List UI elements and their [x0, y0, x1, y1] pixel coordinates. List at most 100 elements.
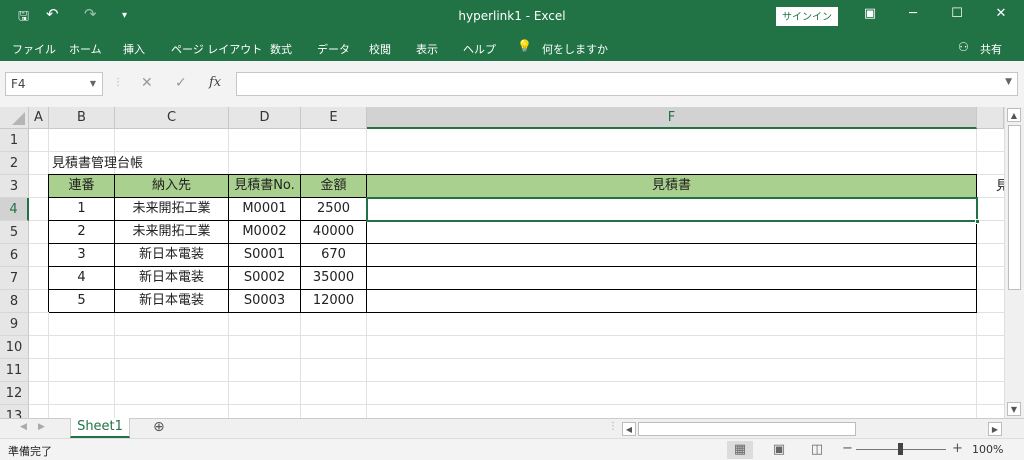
header-cell-no[interactable]: 連番 [49, 175, 115, 198]
column-header-b[interactable]: B [49, 107, 115, 129]
row-header-13[interactable]: 13 [0, 405, 29, 418]
page-break-preview-icon[interactable]: ◫ [804, 441, 830, 459]
header-cell-quote-no[interactable]: 見積書No. [229, 175, 301, 198]
scroll-down-icon[interactable]: ▼ [1007, 402, 1021, 416]
cancel-icon[interactable]: ✕ [141, 75, 153, 91]
normal-view-icon[interactable]: ▦ [727, 441, 753, 459]
header-cell-amount[interactable]: 金額 [301, 175, 367, 198]
tab-scroll-right-icon[interactable]: ▶ [38, 422, 45, 432]
tab-help[interactable]: ヘルプ [463, 41, 496, 57]
tab-file[interactable]: ファイル [12, 41, 56, 57]
ribbon-display-options-icon[interactable]: ▣ [855, 6, 885, 21]
vertical-scrollbar[interactable]: ▲ ▼ [1004, 107, 1024, 418]
person-icon[interactable]: ⚇ [958, 40, 969, 54]
tab-data[interactable]: データ [317, 41, 350, 57]
tab-insert[interactable]: 挿入 [123, 41, 145, 57]
horizontal-scroll-thumb[interactable] [638, 422, 856, 436]
table-cell[interactable] [367, 221, 977, 244]
table-cell[interactable]: 3 [49, 244, 115, 267]
zoom-level[interactable]: 100% [972, 443, 1003, 456]
partial-cell-g3[interactable]: 見 [996, 175, 1004, 198]
scroll-right-icon[interactable]: ▶ [988, 422, 1002, 436]
active-cell-outline[interactable] [366, 197, 980, 224]
table-cell[interactable]: 未来開拓工業 [115, 198, 229, 221]
row-header-9[interactable]: 9 [0, 313, 29, 336]
lightbulb-icon[interactable]: 💡 [517, 39, 532, 53]
enter-icon[interactable]: ✓ [175, 75, 187, 91]
tab-review[interactable]: 校閲 [369, 41, 391, 57]
table-cell[interactable]: M0001 [229, 198, 301, 221]
scroll-up-icon[interactable]: ▲ [1007, 108, 1021, 122]
table-cell[interactable]: 未来開拓工業 [115, 221, 229, 244]
zoom-in-button[interactable]: + [952, 441, 963, 456]
expand-formula-bar-icon[interactable]: ▼ [1005, 77, 1012, 87]
scroll-left-icon[interactable]: ◀ [622, 422, 636, 436]
column-header-f[interactable]: F [367, 107, 977, 129]
tell-me-search[interactable]: 何をしますか [542, 41, 608, 57]
name-box[interactable]: F4 ▼ [5, 72, 103, 96]
close-button[interactable]: ✕ [986, 6, 1016, 21]
maximize-button[interactable]: ☐ [942, 6, 972, 21]
table-cell[interactable]: S0001 [229, 244, 301, 267]
table-cell[interactable]: 40000 [301, 221, 367, 244]
column-header-g[interactable] [977, 107, 1004, 129]
page-layout-view-icon[interactable]: ▣ [766, 441, 792, 459]
column-header-d[interactable]: D [229, 107, 301, 129]
row-header-2[interactable]: 2 [0, 152, 29, 175]
row-header-6[interactable]: 6 [0, 244, 29, 267]
table-cell[interactable]: 35000 [301, 267, 367, 290]
column-header-e[interactable]: E [301, 107, 367, 129]
tab-page-layout[interactable]: ページ レイアウト [171, 41, 262, 57]
formula-input[interactable]: ▼ [236, 72, 1018, 96]
column-header-c[interactable]: C [115, 107, 229, 129]
table-cell[interactable] [367, 244, 977, 267]
signin-button[interactable]: サインイン [776, 7, 838, 26]
fill-handle[interactable] [975, 219, 980, 224]
row-header-5[interactable]: 5 [0, 221, 29, 244]
insert-function-icon[interactable]: fx [209, 75, 221, 90]
row-header-11[interactable]: 11 [0, 359, 29, 382]
row-header-4[interactable]: 4 [0, 198, 29, 221]
table-cell[interactable]: S0002 [229, 267, 301, 290]
row-header-1[interactable]: 1 [0, 129, 29, 152]
table-cell[interactable]: 12000 [301, 290, 367, 313]
share-button[interactable]: 共有 [980, 41, 1002, 57]
tab-view[interactable]: 表示 [416, 41, 438, 57]
tab-home[interactable]: ホーム [69, 41, 102, 57]
table-cell[interactable]: 5 [49, 290, 115, 313]
table-cell[interactable]: M0002 [229, 221, 301, 244]
minimize-button[interactable]: ─ [898, 6, 928, 21]
table-cell[interactable]: 670 [301, 244, 367, 267]
row-header-8[interactable]: 8 [0, 290, 29, 313]
table-cell[interactable]: 2500 [301, 198, 367, 221]
table-cell[interactable] [367, 290, 977, 313]
table-cell[interactable]: 新日本電装 [115, 290, 229, 313]
sheet-tab-sheet1[interactable]: Sheet1 [70, 418, 130, 438]
zoom-slider-thumb[interactable] [898, 443, 903, 455]
splitter-icon[interactable]: ⋮ [608, 421, 618, 432]
chevron-down-icon[interactable]: ▼ [90, 73, 96, 95]
table-cell[interactable]: 新日本電装 [115, 267, 229, 290]
add-sheet-icon[interactable]: ⊕ [153, 419, 165, 435]
row-header-3[interactable]: 3 [0, 175, 29, 198]
worksheet-grid[interactable]: A B C D E F 1 2 3 4 5 6 7 8 9 10 11 12 1… [0, 107, 1004, 418]
select-all-button[interactable] [0, 107, 29, 129]
row-header-12[interactable]: 12 [0, 382, 29, 405]
table-cell[interactable]: 1 [49, 198, 115, 221]
column-header-a[interactable]: A [29, 107, 49, 129]
row-header-10[interactable]: 10 [0, 336, 29, 359]
table-cell[interactable]: S0003 [229, 290, 301, 313]
table-cell[interactable]: 2 [49, 221, 115, 244]
row-header-7[interactable]: 7 [0, 267, 29, 290]
tab-scroll-left-icon[interactable]: ◀ [20, 422, 27, 432]
table-cell[interactable] [367, 267, 977, 290]
header-cell-customer[interactable]: 納入先 [115, 175, 229, 198]
vertical-scroll-thumb[interactable] [1008, 125, 1021, 290]
zoom-out-button[interactable]: − [842, 441, 853, 456]
table-cell[interactable]: 新日本電装 [115, 244, 229, 267]
horizontal-scrollbar[interactable]: ◀ ▶ [622, 422, 1002, 436]
header-cell-quote[interactable]: 見積書 [367, 175, 977, 198]
table-cell[interactable]: 4 [49, 267, 115, 290]
sheet-title[interactable]: 見積書管理台帳 [52, 152, 143, 175]
tab-formulas[interactable]: 数式 [270, 41, 292, 57]
